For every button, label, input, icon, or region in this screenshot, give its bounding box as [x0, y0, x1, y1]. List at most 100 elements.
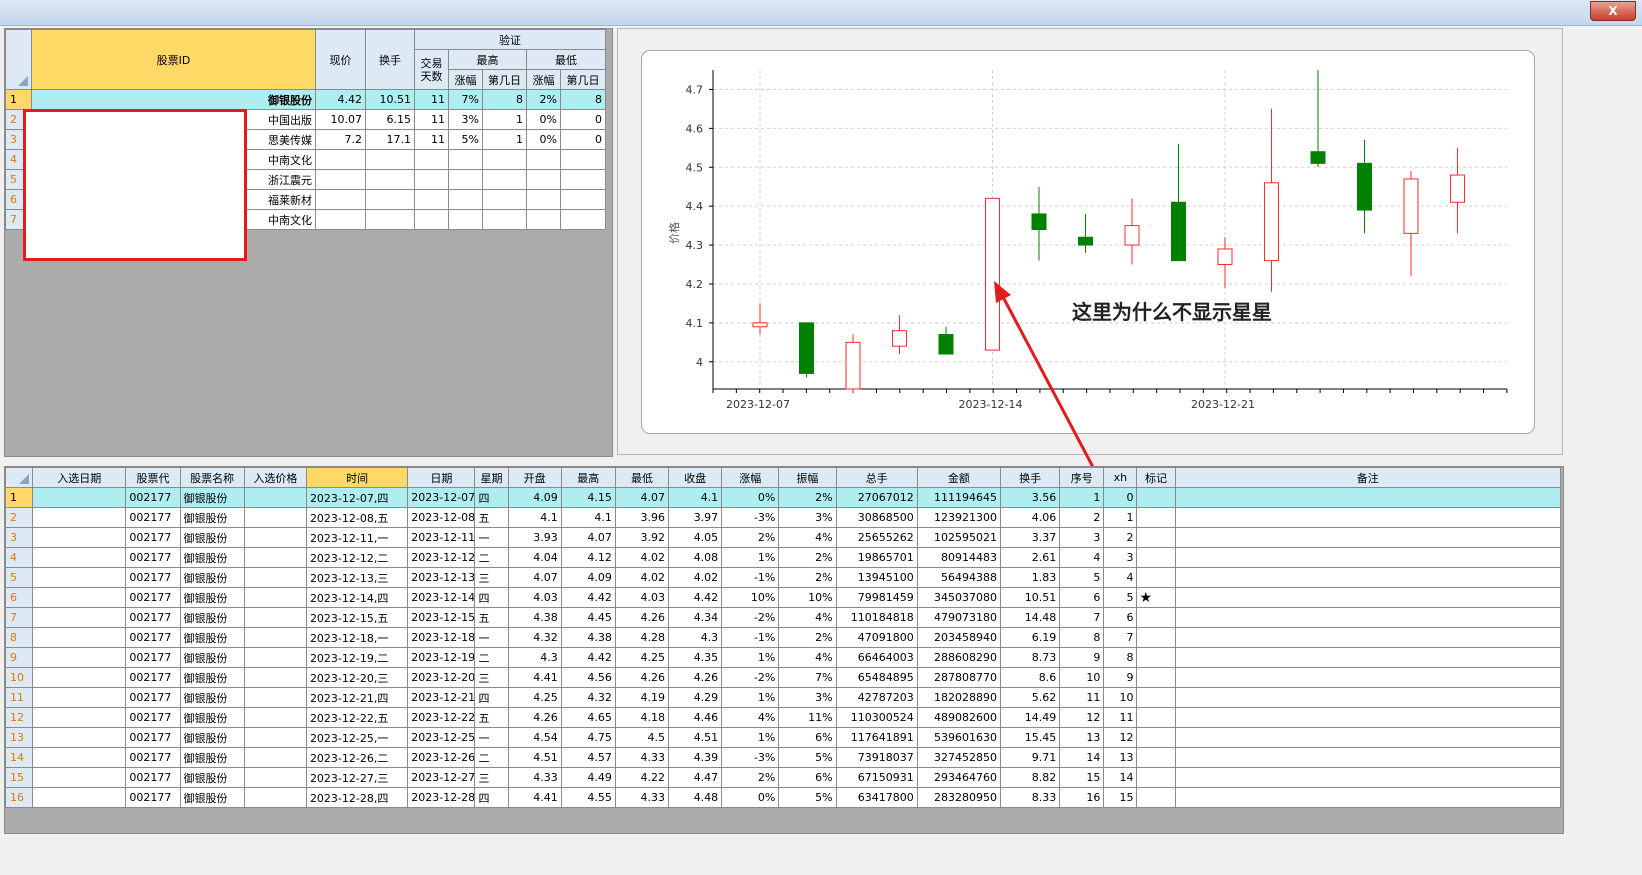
table-row[interactable]: 1 002177 御银股份 2023-12-07,四 2023-12-07 四 4.09 4.…: [5, 487, 1562, 508]
table-cell[interactable]: 12: [1103, 727, 1138, 748]
table-cell[interactable]: 4.49: [560, 767, 616, 788]
row-number[interactable]: 11: [5, 687, 34, 708]
table-cell[interactable]: 2023-12-15,五: [305, 607, 409, 628]
table-cell[interactable]: 3.96: [614, 507, 670, 528]
table-cell[interactable]: [243, 647, 307, 668]
table-cell[interactable]: 御银股份: [179, 607, 245, 628]
table-cell[interactable]: 3%: [778, 687, 837, 708]
row-number[interactable]: 2: [5, 507, 34, 528]
row-number[interactable]: 16: [5, 787, 34, 808]
table-cell[interactable]: 2023-12-25: [407, 727, 476, 748]
table-cell[interactable]: 3.92: [614, 527, 670, 548]
table-cell[interactable]: [243, 527, 307, 548]
cell-mark[interactable]: [1136, 727, 1176, 748]
table-cell[interactable]: 16: [1059, 787, 1105, 808]
table-cell[interactable]: 5%: [778, 787, 837, 808]
table-cell[interactable]: 5: [1059, 567, 1105, 588]
table-cell[interactable]: 御银股份: [179, 547, 245, 568]
table-cell[interactable]: 1%: [721, 687, 780, 708]
table-cell[interactable]: 2%: [721, 767, 780, 788]
table-cell[interactable]: 002177: [125, 527, 181, 548]
table-cell[interactable]: 4.51: [507, 747, 562, 768]
table-cell[interactable]: 123921300: [916, 507, 1002, 528]
table-cell[interactable]: [1174, 487, 1562, 508]
cell-mark[interactable]: [1136, 707, 1176, 728]
table-cell[interactable]: 4.07: [507, 567, 562, 588]
table-cell[interactable]: 2023-12-13,三: [305, 567, 409, 588]
cell-mark[interactable]: ★: [1136, 587, 1176, 608]
row-number[interactable]: 4: [5, 547, 34, 568]
table-cell[interactable]: 五: [474, 507, 509, 528]
table-cell[interactable]: [243, 607, 307, 628]
row-number[interactable]: 9: [5, 647, 34, 668]
cell-mark[interactable]: [1136, 487, 1176, 508]
table-cell[interactable]: 4.03: [614, 587, 670, 608]
table-cell[interactable]: 4%: [778, 647, 837, 668]
table-cell[interactable]: 4.26: [614, 667, 670, 688]
table-cell[interactable]: 13: [1059, 727, 1105, 748]
table-cell[interactable]: 002177: [125, 707, 181, 728]
table-cell[interactable]: 14.49: [1000, 707, 1061, 728]
table-cell[interactable]: 4.06: [1000, 507, 1061, 528]
table-cell[interactable]: [32, 487, 127, 508]
table-cell[interactable]: 2: [1103, 527, 1138, 548]
table-cell[interactable]: 4.54: [507, 727, 562, 748]
table-cell[interactable]: 15: [1103, 787, 1138, 808]
table-cell[interactable]: [32, 747, 127, 768]
table-cell[interactable]: 4.3: [507, 647, 562, 668]
table-cell[interactable]: 2023-12-12,二: [305, 547, 409, 568]
cell-mark[interactable]: [1136, 507, 1176, 528]
table-cell[interactable]: 2023-12-07: [407, 487, 476, 508]
grid-corner[interactable]: [5, 467, 34, 488]
table-cell[interactable]: 二: [474, 747, 509, 768]
row-number[interactable]: 15: [5, 767, 34, 788]
table-cell[interactable]: 002177: [125, 607, 181, 628]
table-cell[interactable]: 5: [1103, 587, 1138, 608]
col-header[interactable]: 股票代: [125, 467, 181, 488]
col-header[interactable]: 振幅: [778, 467, 837, 488]
table-cell[interactable]: 2023-12-28,四: [305, 787, 409, 808]
table-cell[interactable]: [1174, 747, 1562, 768]
table-cell[interactable]: 2023-12-14: [407, 587, 476, 608]
table-cell[interactable]: 79981459: [835, 587, 918, 608]
table-cell[interactable]: 4.3: [668, 627, 723, 648]
table-cell[interactable]: [1174, 587, 1562, 608]
table-cell[interactable]: 4.56: [560, 667, 616, 688]
table-cell[interactable]: 御银股份: [179, 567, 245, 588]
table-cell[interactable]: [243, 627, 307, 648]
table-cell[interactable]: 一: [474, 527, 509, 548]
table-cell[interactable]: 五: [474, 707, 509, 728]
table-cell[interactable]: 3: [1059, 527, 1105, 548]
table-cell[interactable]: 4.75: [560, 727, 616, 748]
table-cell[interactable]: 4%: [778, 527, 837, 548]
col-header[interactable]: xh: [1103, 467, 1138, 488]
table-cell[interactable]: 12: [1059, 707, 1105, 728]
table-cell[interactable]: 1%: [721, 727, 780, 748]
cell-mark[interactable]: [1136, 767, 1176, 788]
table-cell[interactable]: 2%: [778, 567, 837, 588]
table-cell[interactable]: 一: [474, 727, 509, 748]
table-cell[interactable]: 203458940: [916, 627, 1002, 648]
table-cell[interactable]: 2023-12-20,三: [305, 667, 409, 688]
row-number[interactable]: 5: [5, 567, 34, 588]
table-cell[interactable]: 3: [1103, 547, 1138, 568]
table-cell[interactable]: -2%: [721, 667, 780, 688]
table-cell[interactable]: 4.15: [560, 487, 616, 508]
table-cell[interactable]: 4.19: [614, 687, 670, 708]
table-cell[interactable]: 13: [1103, 747, 1138, 768]
table-cell[interactable]: 4.26: [507, 707, 562, 728]
table-row[interactable]: 2 002177 御银股份 2023-12-08,五 2023-12-08 五 4.1 4.1…: [5, 507, 1562, 528]
table-row[interactable]: 3 002177 御银股份 2023-12-11,一 2023-12-11 一 3.93 4.…: [5, 527, 1562, 548]
table-cell[interactable]: 2023-12-13: [407, 567, 476, 588]
table-cell[interactable]: 002177: [125, 787, 181, 808]
table-row[interactable]: 14 002177 御银股份 2023-12-26,二 2023-12-26 二 4.51 4…: [5, 747, 1562, 768]
table-cell[interactable]: 56494388: [916, 567, 1002, 588]
table-cell[interactable]: [243, 787, 307, 808]
table-cell[interactable]: 2023-12-11,一: [305, 527, 409, 548]
col-header[interactable]: 备注: [1174, 467, 1562, 488]
table-cell[interactable]: 288608290: [916, 647, 1002, 668]
table-cell[interactable]: [1174, 647, 1562, 668]
row-number[interactable]: 13: [5, 727, 34, 748]
row-number[interactable]: 10: [5, 667, 34, 688]
table-cell[interactable]: 四: [474, 787, 509, 808]
